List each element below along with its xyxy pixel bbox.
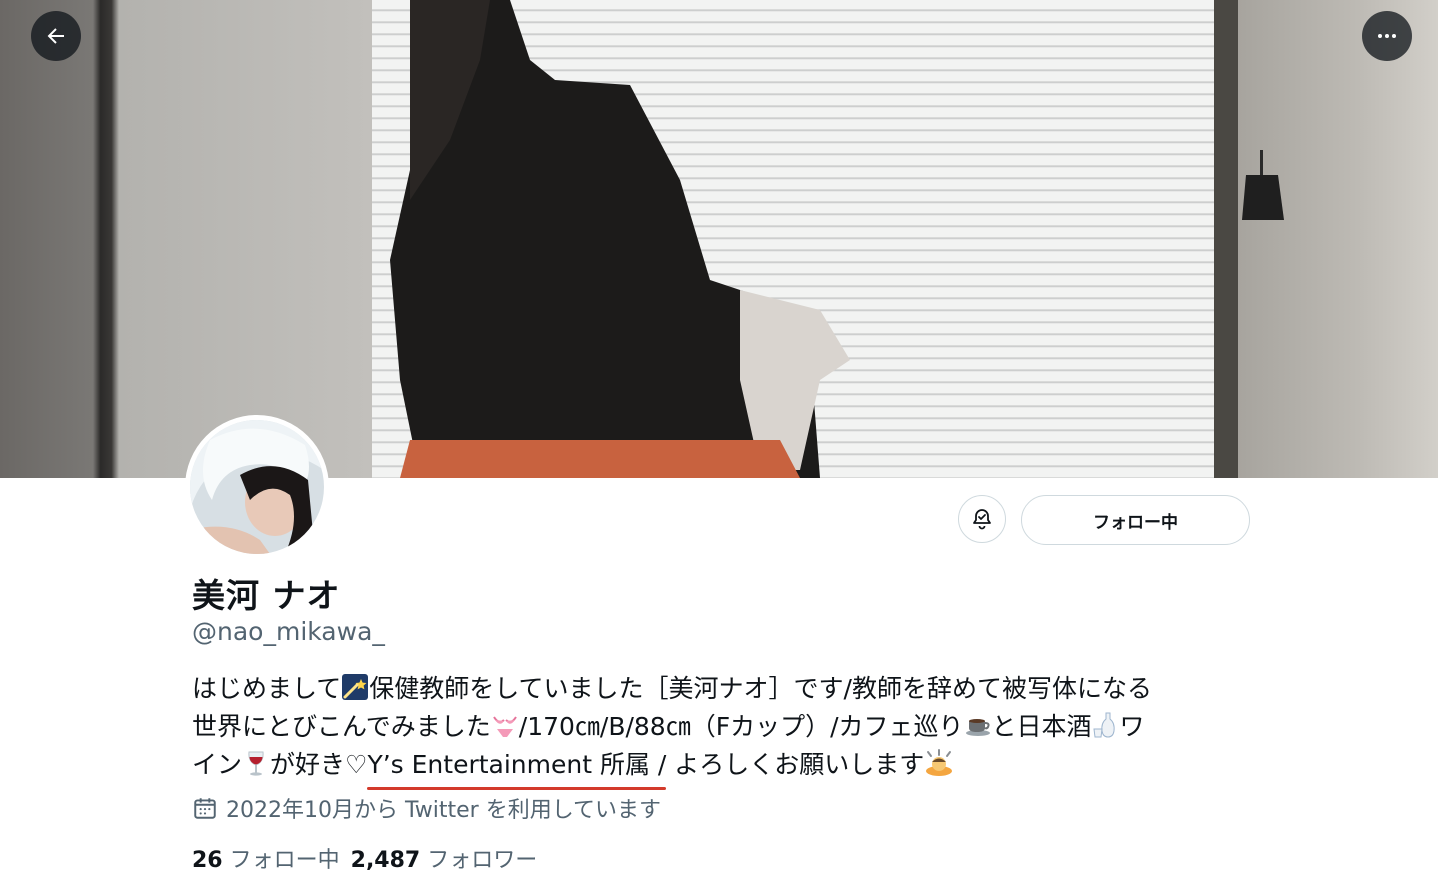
wine-glass-icon bbox=[248, 751, 264, 776]
followers-label: フォロワー bbox=[427, 848, 538, 873]
bikini-icon bbox=[492, 716, 517, 737]
display-name: 美河 ナオ bbox=[192, 576, 341, 615]
banner-wall-lamp bbox=[1242, 150, 1284, 220]
bio-text: はじめまして bbox=[192, 674, 342, 703]
banner-wall-left bbox=[0, 0, 372, 478]
notification-bell-icon bbox=[973, 509, 991, 530]
profile-banner[interactable] bbox=[0, 0, 1438, 478]
more-horizontal-icon bbox=[1378, 34, 1396, 38]
bio-text: ワ bbox=[1119, 712, 1145, 741]
avatar[interactable] bbox=[185, 415, 329, 559]
bio-text: が好き♡ bbox=[270, 750, 368, 779]
followers-stat[interactable]: 2,487 フォロワー bbox=[351, 848, 538, 873]
more-options-button[interactable] bbox=[1362, 11, 1412, 61]
bio-line-3: イン が好き♡Y’s Entertainment 所属 / よろしくお願いします bbox=[192, 746, 1252, 790]
bio-text: /170㎝/B/88㎝（Fカップ）/カフェ巡り bbox=[518, 712, 964, 741]
calendar-icon bbox=[194, 798, 216, 819]
bio-line-2: 世界にとびこんでみました/170㎝/B/88㎝（Fカップ）/カフェ巡り と日本酒ワ bbox=[192, 708, 1252, 746]
following-count: 26 bbox=[192, 848, 223, 873]
bowing-person-icon bbox=[926, 749, 953, 776]
bio-text: よろしくお願いします bbox=[666, 750, 925, 779]
profile-bio: はじめまして 保健教師をしていました［美河ナオ］です/教師を辞めて被写体になる 世… bbox=[192, 670, 1252, 790]
bio-text: イン bbox=[192, 750, 243, 779]
bio-text: 世界にとびこんでみました bbox=[192, 712, 491, 741]
bio-text: と日本酒 bbox=[991, 712, 1092, 741]
coffee-icon bbox=[965, 719, 990, 736]
agency-link[interactable]: Y’s Entertainment 所属 / bbox=[367, 746, 666, 790]
avatar-photo bbox=[190, 420, 324, 554]
bio-text: 保健教師をしていました［美河ナオ］です/教師を辞めて被写体になる bbox=[369, 674, 1152, 703]
banner-wall-right bbox=[1238, 0, 1438, 478]
back-button[interactable] bbox=[31, 11, 81, 61]
joined-text: 2022年10月から Twitter を利用しています bbox=[226, 798, 662, 823]
shooting-star-icon bbox=[342, 674, 369, 700]
sake-icon bbox=[1092, 712, 1115, 738]
bio-line-1: はじめまして 保健教師をしていました［美河ナオ］です/教師を辞めて被写体になる bbox=[192, 670, 1252, 708]
user-handle: @nao_mikawa_ bbox=[192, 617, 385, 646]
banner-person-silhouette bbox=[390, 0, 850, 478]
following-button[interactable]: フォロー中 bbox=[1021, 495, 1250, 545]
following-label: フォロー中 bbox=[229, 848, 340, 873]
follow-stats: 26 フォロー中 2,487 フォロワー bbox=[192, 842, 541, 874]
followers-count: 2,487 bbox=[350, 848, 421, 873]
following-stat[interactable]: 26 フォロー中 bbox=[192, 848, 340, 873]
banner-window-frame bbox=[1214, 0, 1238, 478]
joined-date: 2022年10月から Twitter を利用しています bbox=[192, 792, 661, 824]
notification-button[interactable] bbox=[958, 495, 1006, 543]
arrow-left-icon bbox=[47, 28, 64, 44]
